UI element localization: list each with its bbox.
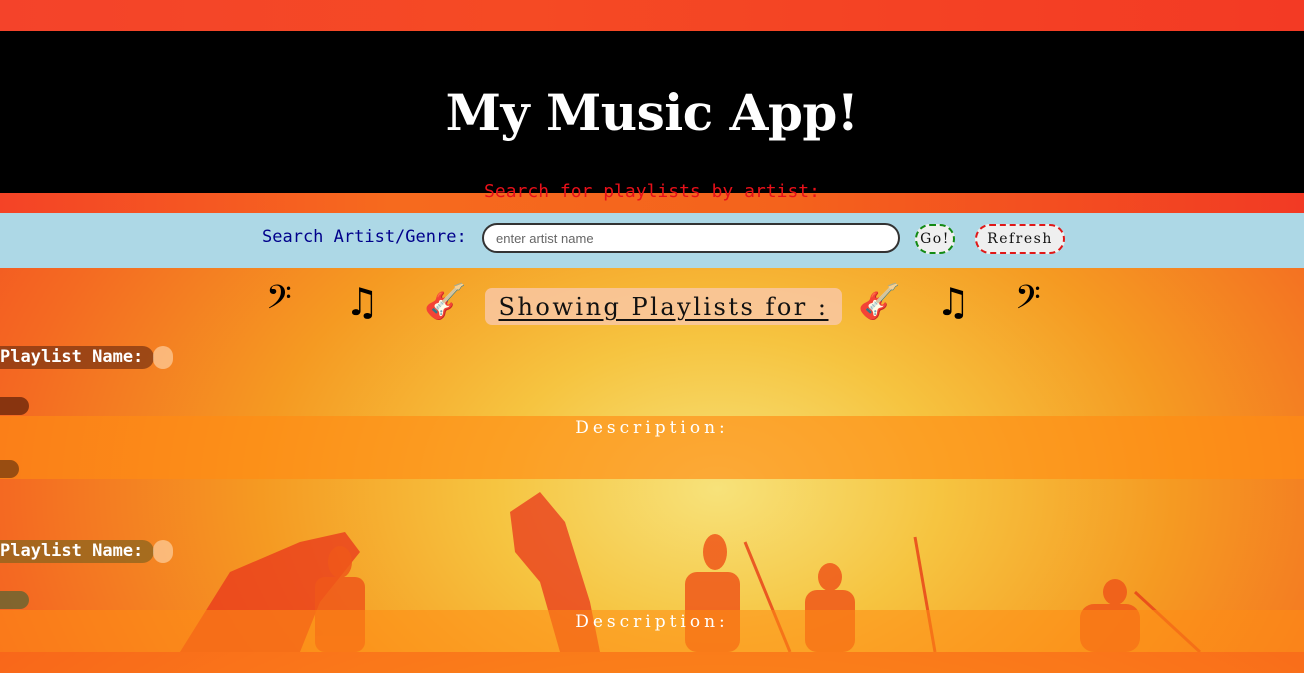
search-bar: Search Artist/Genre: Go! Refresh [0, 213, 1304, 268]
refresh-button[interactable]: Refresh [975, 224, 1065, 254]
playlist-link-pill[interactable] [0, 397, 29, 415]
bass-clef-icon: 𝄢 [1015, 279, 1041, 325]
search-subtitle: Search for playlists by artist: [484, 181, 820, 202]
guitar-icon: 🎸 [424, 282, 467, 322]
music-notes-icon: ♫ [936, 280, 971, 324]
search-label: Search Artist/Genre: [262, 227, 467, 247]
description-pill [0, 460, 19, 478]
band-member-silhouette [328, 546, 352, 578]
playlist-name-label: Playlist Name: [0, 540, 154, 563]
music-notes-icon: ♫ [345, 280, 380, 324]
artist-search-input[interactable] [482, 223, 900, 253]
bass-clef-icon: 𝄢 [266, 279, 292, 325]
band-member-silhouette [818, 563, 842, 591]
playlist-name-label: Playlist Name: [0, 346, 154, 369]
go-button[interactable]: Go! [915, 224, 955, 254]
top-band [0, 0, 1304, 31]
description-label: Description: [575, 612, 729, 632]
app-header: My Music App! Search for playlists by ar… [0, 31, 1304, 202]
playlist-link-pill[interactable] [0, 591, 29, 609]
guitar-icon: 🎸 [858, 282, 901, 322]
band-member-silhouette [703, 534, 727, 570]
showing-playlists-heading: Showing Playlists for : [485, 288, 842, 325]
description-label: Description: [575, 418, 729, 438]
description-band: Description: [0, 416, 1304, 479]
band-member-silhouette [1103, 579, 1127, 605]
playlist-name-value [153, 346, 173, 369]
playlist-name-value [153, 540, 173, 563]
app-title: My Music App! [445, 83, 859, 142]
description-band: Description: [0, 610, 1304, 673]
